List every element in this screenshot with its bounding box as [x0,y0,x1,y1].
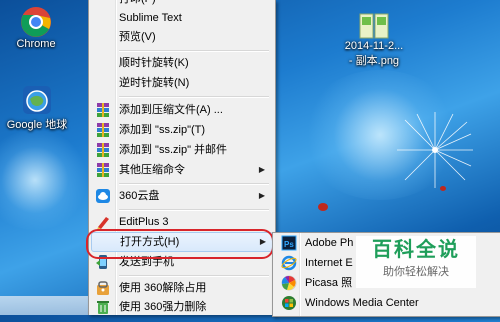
ie-icon [281,255,297,271]
desktop-icon-label: Google 地球 [6,119,68,131]
menu-separator [119,209,269,211]
highlight-ring [86,229,274,259]
menu-item-add-to-ss-zip-and-email[interactable]: 添加到 "ss.zip" 并邮件 [91,140,271,160]
taskbar-fragment [0,296,88,315]
picasa-icon [281,275,297,291]
image-file-icon [358,12,390,40]
menu-item-other-compress-commands[interactable]: 其他压缩命令 ▶ [91,160,271,180]
watermark-subtitle: 助你轻松解决 [383,266,449,278]
menu-item-360-unlock[interactable]: 使用 360解除占用 [91,278,271,298]
menu-item-add-to-ss-zip[interactable]: 添加到 "ss.zip"(T) [91,120,271,140]
menu-item-360-cloud[interactable]: 360云盘 ▶ [91,186,271,206]
menu-item-rotate-clockwise[interactable]: 顺时针旋转(K) [91,53,271,73]
google-earth-desktop-icon[interactable]: Google 地球 [0,84,74,132]
winrar-icon [95,102,111,118]
watermark-title: 百科全说 [372,239,460,261]
winrar-icon [95,142,111,158]
png-file-desktop-icon[interactable]: 2014-11-2... - 副本.png [334,12,414,68]
context-menu: 打印(P) Sublime Text 预览(V) 顺时针旋转(K) 逆时针旋转(… [88,0,276,315]
menu-item-preview[interactable]: 预览(V) [91,27,271,47]
unlock-360-icon [95,280,111,296]
wallpaper-glow [0,130,90,230]
submenu-item-windows-media-center[interactable]: Windows Media Center [275,293,495,313]
menu-separator [119,96,269,98]
menu-separator [119,50,269,52]
menu-item-360-force-delete[interactable]: 使用 360强力删除 [91,297,271,317]
red-seed [318,203,328,211]
chrome-desktop-icon[interactable]: Chrome [4,6,68,50]
winrar-icon [95,162,111,178]
cloud-360-icon [95,188,111,204]
menu-separator [119,275,269,277]
desktop-icon-label: Chrome [16,38,56,50]
winrar-icon [95,122,111,138]
menu-item-sublime-text[interactable]: Sublime Text [91,8,271,28]
desktop-icon-label: - 副本.png [348,55,400,67]
menu-separator [119,183,269,185]
google-earth-icon [21,84,53,116]
desktop-icon-label: 2014-11-2... [344,40,404,52]
menu-item-rotate-counterclockwise[interactable]: 逆时针旋转(N) [91,73,271,93]
photoshop-icon: Ps [281,235,297,251]
svg-text:Ps: Ps [284,240,294,249]
wmc-icon [281,295,297,311]
chrome-icon [20,6,52,38]
menu-item-add-to-archive[interactable]: 添加到压缩文件(A) ... [91,100,271,120]
delete-360-icon [95,299,111,315]
watermark: 百科全说 助你轻松解决 [356,236,476,288]
dandelion-seed [395,110,475,190]
red-seed [440,186,446,191]
editplus-icon [95,214,111,230]
submenu-arrow-icon: ▶ [258,191,265,200]
submenu-arrow-icon: ▶ [258,165,265,174]
